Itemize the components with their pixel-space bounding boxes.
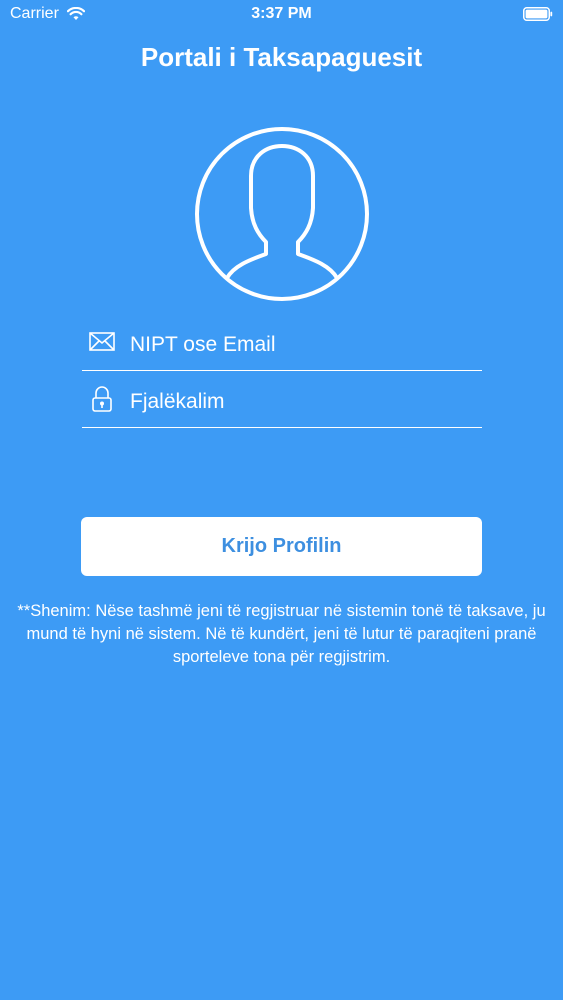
envelope-icon (89, 332, 115, 351)
email-field[interactable] (82, 324, 482, 371)
user-silhouette-icon (195, 127, 369, 301)
battery-icon (523, 7, 553, 21)
status-time: 3:37 PM (251, 5, 312, 22)
lock-icon (92, 386, 112, 412)
page-title: Portali i Taksapaguesit (140, 42, 423, 72)
password-field[interactable] (82, 381, 482, 428)
create-profile-button[interactable]: Krijo Profilin (81, 517, 482, 576)
email-input[interactable] (130, 330, 470, 360)
info-note: **Shenim: Nëse tashmë jeni të regjistrua… (17, 602, 546, 666)
status-bar: Carrier 3:37 PM (0, 0, 563, 30)
password-input[interactable] (130, 387, 470, 417)
